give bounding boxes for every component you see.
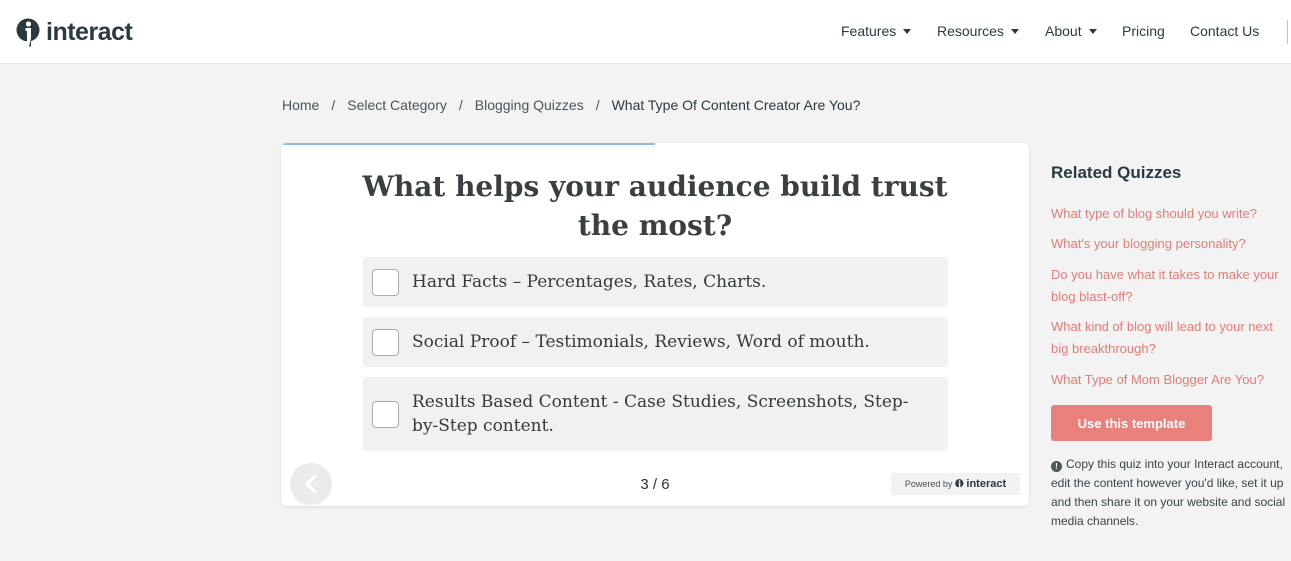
nav-contact-label: Contact Us xyxy=(1190,23,1260,39)
info-icon: ! xyxy=(1051,461,1062,472)
nav-about-label: About xyxy=(1045,23,1082,39)
caret-down-icon xyxy=(1088,28,1097,34)
nav-item-about[interactable]: About xyxy=(1045,23,1097,39)
option-label: Results Based Content - Case Studies, Sc… xyxy=(412,392,909,436)
quiz-option[interactable]: Social Proof – Testimonials, Reviews, Wo… xyxy=(363,317,948,367)
related-quiz-link[interactable]: What Type of Mom Blogger Are You? xyxy=(1051,369,1291,391)
use-template-button[interactable]: Use this template xyxy=(1051,405,1212,441)
breadcrumb-home[interactable]: Home xyxy=(282,97,319,113)
nav-features-label: Features xyxy=(841,23,897,39)
interact-logo-icon xyxy=(16,18,40,47)
breadcrumb-separator: / xyxy=(595,97,600,113)
quiz-option[interactable]: Hard Facts – Percentages, Rates, Charts. xyxy=(363,257,948,307)
breadcrumb-separator: / xyxy=(458,97,463,113)
powered-by-label: Powered by xyxy=(904,479,953,489)
quiz-progress-fill xyxy=(281,143,655,145)
option-checkbox[interactable] xyxy=(372,400,399,428)
option-checkbox[interactable] xyxy=(372,268,399,296)
breadcrumb-category[interactable]: Select Category xyxy=(347,97,447,113)
chevron-left-icon xyxy=(305,474,317,494)
related-quiz-link[interactable]: What kind of blog will lead to your next… xyxy=(1051,316,1291,360)
interact-logo-icon xyxy=(955,479,964,489)
related-quizzes-title: Related Quizzes xyxy=(1051,163,1182,182)
quiz-option[interactable]: Results Based Content - Case Studies, Sc… xyxy=(363,377,948,451)
template-info-text: Copy this quiz into your Interact accoun… xyxy=(1051,457,1286,528)
related-quiz-link[interactable]: What's your blogging personality? xyxy=(1051,233,1291,255)
nav-item-pricing[interactable]: Pricing xyxy=(1122,23,1165,39)
caret-down-icon xyxy=(903,28,912,34)
nav-pricing-label: Pricing xyxy=(1122,23,1165,39)
option-label: Social Proof – Testimonials, Reviews, Wo… xyxy=(412,332,870,352)
option-label: Hard Facts – Percentages, Rates, Charts. xyxy=(412,272,767,292)
related-quiz-link[interactable]: Do you have what it takes to make your b… xyxy=(1051,264,1291,308)
powered-by-brand: interact xyxy=(966,478,1007,490)
nav-resources-label: Resources xyxy=(937,23,1004,39)
top-navigation-bar: interact Features Resources About Pricin… xyxy=(0,0,1291,64)
breadcrumb-current: What Type Of Content Creator Are You? xyxy=(611,97,861,113)
quiz-question: What helps your audience build trust the… xyxy=(362,170,948,242)
powered-by-badge[interactable]: Powered by interact xyxy=(891,473,1020,495)
previous-question-button[interactable] xyxy=(290,463,332,505)
template-info: ! Copy this quiz into your Interact accou… xyxy=(1051,455,1289,531)
option-checkbox[interactable] xyxy=(372,328,399,356)
breadcrumb-subcategory[interactable]: Blogging Quizzes xyxy=(475,97,584,113)
brand-name: interact xyxy=(46,17,133,46)
quiz-card: What helps your audience build trust the… xyxy=(281,143,1029,506)
breadcrumb-separator: / xyxy=(331,97,336,113)
question-counter: 3 / 6 xyxy=(640,476,670,493)
nav-divider xyxy=(1287,20,1288,44)
nav-item-features[interactable]: Features xyxy=(841,23,912,39)
nav-item-resources[interactable]: Resources xyxy=(937,23,1019,39)
interact-logo[interactable]: interact xyxy=(16,16,133,48)
breadcrumb: Home / Select Category / Blogging Quizzes / Wh… xyxy=(282,97,860,113)
nav-item-contact[interactable]: Contact Us xyxy=(1190,23,1259,39)
related-quiz-link[interactable]: What type of blog should you write? xyxy=(1051,203,1291,225)
caret-down-icon xyxy=(1010,28,1019,34)
quiz-progress-bar xyxy=(281,143,1029,145)
